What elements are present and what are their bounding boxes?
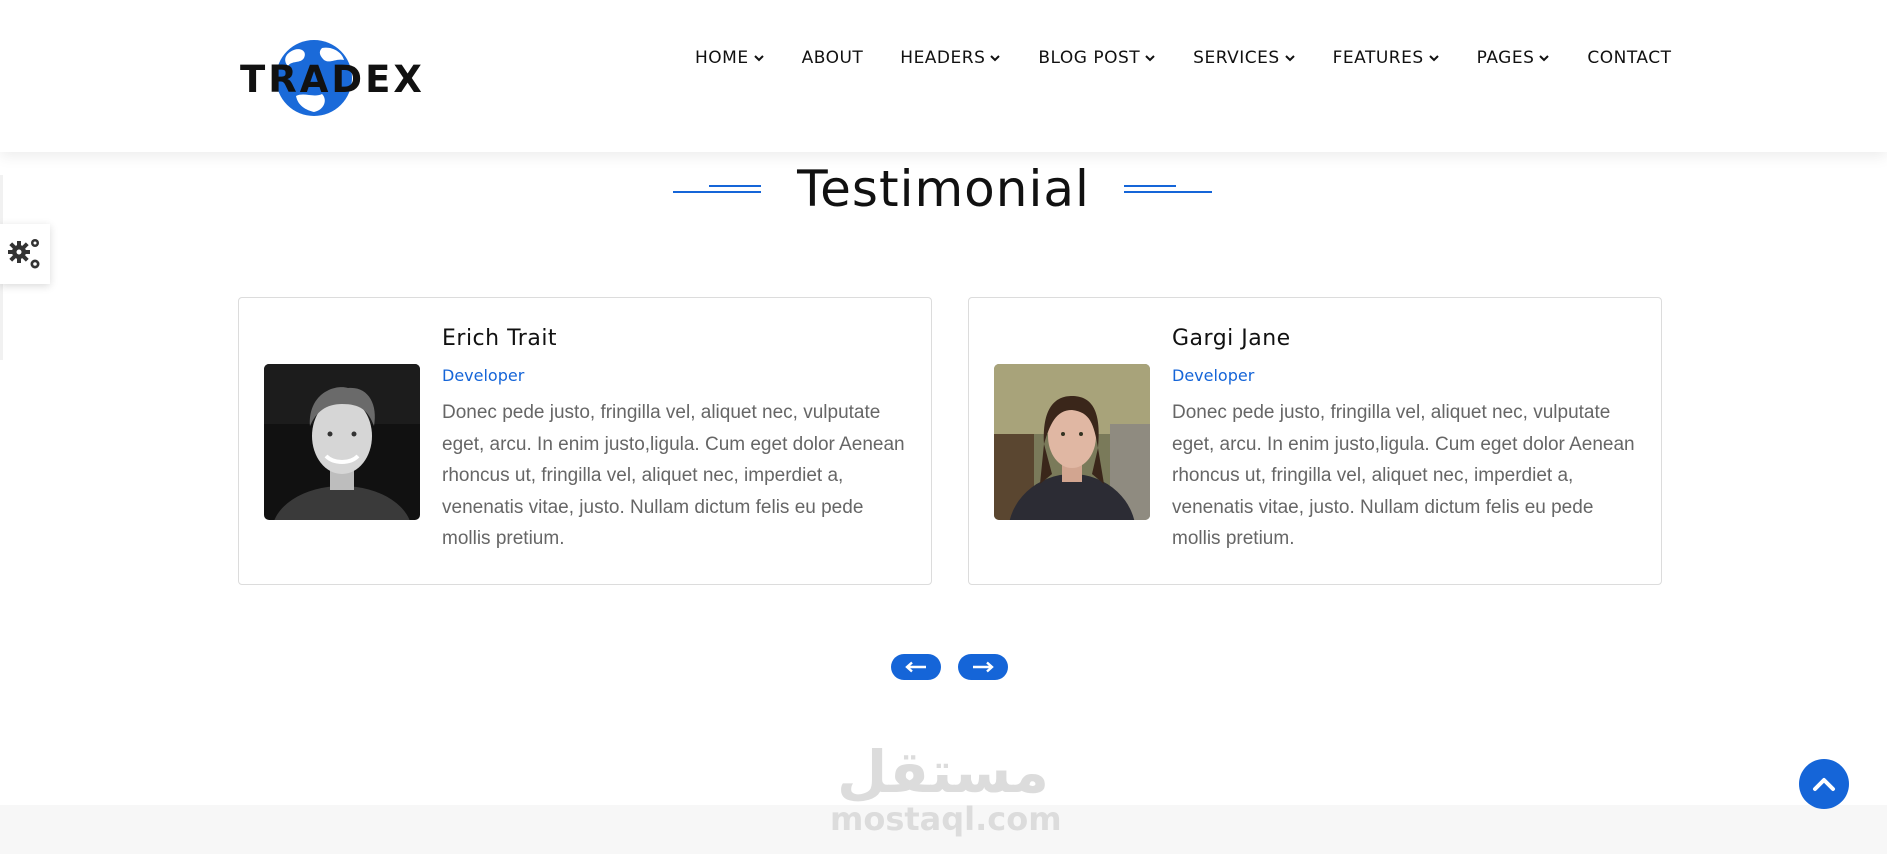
- nav-item-about[interactable]: ABOUT: [802, 48, 864, 68]
- testimonial-name: Gargi Jane: [1172, 326, 1291, 351]
- settings-toggle-button[interactable]: [0, 224, 50, 284]
- avatar: [994, 364, 1150, 520]
- chevron-up-icon: [1813, 778, 1835, 791]
- nav-item-label: CONTACT: [1587, 48, 1672, 68]
- testimonial-role: Developer: [1172, 366, 1255, 385]
- section-heading: Testimonial: [0, 160, 1887, 218]
- nav-item-blog-post[interactable]: BLOG POST: [1038, 48, 1156, 68]
- nav-item-pages[interactable]: PAGES: [1477, 48, 1551, 68]
- nav-item-label: FEATURES: [1332, 48, 1424, 68]
- watermark: مستقل mostaql.com: [830, 738, 1062, 838]
- back-to-top-button[interactable]: [1799, 759, 1849, 809]
- gears-icon: [8, 239, 40, 269]
- logo-text: TRADEX: [240, 58, 425, 101]
- nav-item-home[interactable]: HOME: [695, 48, 765, 68]
- logo[interactable]: TRADEX: [238, 36, 422, 118]
- testimonial-quote: Donec pede justo, fringilla vel, aliquet…: [442, 402, 905, 549]
- nav-item-label: ABOUT: [801, 48, 864, 68]
- watermark-latin: mostaql.com: [830, 800, 1062, 838]
- nav-item-headers[interactable]: HEADERS: [900, 48, 1001, 68]
- testimonial-role: Developer: [442, 366, 525, 385]
- chevron-down-icon: [990, 55, 1001, 62]
- site-header: TRADEX HOME ABOUT HEADERS BLOG POST SERV…: [0, 0, 1887, 152]
- arrow-left-icon: [905, 661, 926, 673]
- nav-item-label: SERVICES: [1193, 48, 1280, 68]
- chevron-down-icon: [1539, 55, 1550, 62]
- page-title: Testimonial: [797, 160, 1090, 218]
- nav-item-contact[interactable]: CONTACT: [1587, 48, 1671, 68]
- testimonial-card: Gargi Jane Developer Donec pede justo, f…: [968, 297, 1662, 585]
- avatar: [264, 364, 420, 520]
- title-decor-left: [672, 182, 763, 196]
- nav-item-label: BLOG POST: [1038, 48, 1141, 68]
- main-nav: HOME ABOUT HEADERS BLOG POST SERVICES FE…: [695, 48, 1671, 68]
- nav-item-features[interactable]: FEATURES: [1333, 48, 1440, 68]
- testimonial-quote: Donec pede justo, fringilla vel, aliquet…: [1172, 402, 1635, 549]
- watermark-arabic: مستقل: [836, 738, 1050, 806]
- nav-item-label: HEADERS: [900, 48, 986, 68]
- chevron-down-icon: [1284, 55, 1295, 62]
- carousel-prev-button[interactable]: [891, 654, 941, 680]
- title-decor-right: [1124, 182, 1214, 196]
- nav-item-label: HOME: [695, 48, 749, 68]
- testimonial-name: Erich Trait: [442, 326, 558, 351]
- chevron-down-icon: [1428, 55, 1439, 62]
- testimonial-card: Erich Trait Developer Donec pede justo, …: [238, 297, 932, 585]
- chevron-down-icon: [753, 55, 764, 62]
- arrow-right-icon: [973, 661, 994, 673]
- nav-item-label: PAGES: [1476, 48, 1535, 68]
- chevron-down-icon: [1145, 55, 1155, 62]
- nav-item-services[interactable]: SERVICES: [1193, 48, 1295, 68]
- carousel-next-button[interactable]: [958, 654, 1008, 680]
